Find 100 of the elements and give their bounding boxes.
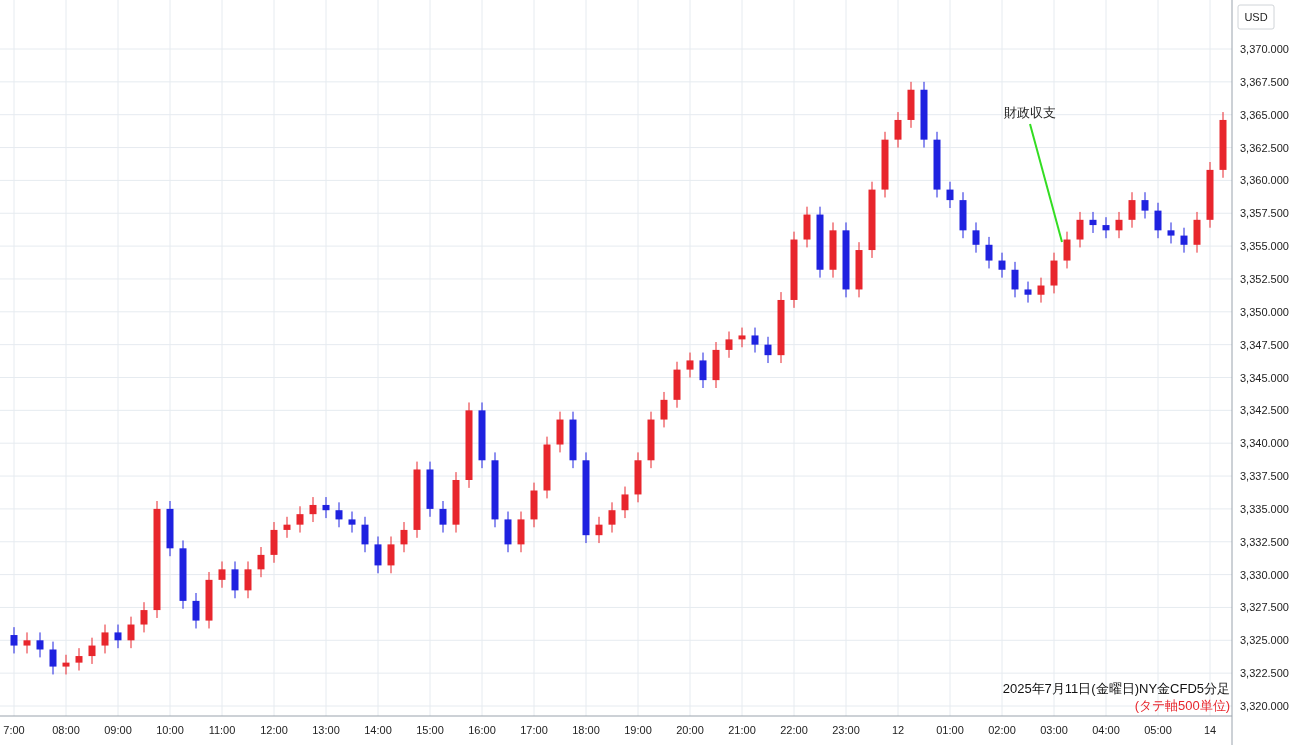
candle <box>1154 202 1162 239</box>
x-axis-label: 11:00 <box>208 724 236 736</box>
candle <box>1167 221 1175 244</box>
candle <box>1089 211 1097 234</box>
y-axis-label: 3,337.500 <box>1240 470 1289 483</box>
x-axis-label: 23:00 <box>832 724 860 736</box>
candle <box>959 191 967 239</box>
x-axis-label: 05:00 <box>1144 724 1172 736</box>
x-axis-label: 17:00 <box>520 724 548 736</box>
candle <box>348 511 356 534</box>
candle <box>998 252 1006 279</box>
candle <box>10 626 18 654</box>
x-axis-label: 12 <box>891 724 905 736</box>
candle <box>205 571 213 629</box>
candle <box>933 131 941 198</box>
axis-unit-note: (タテ軸500単位) <box>1134 697 1230 714</box>
candle <box>569 411 577 469</box>
y-axis-label: 3,350.000 <box>1240 305 1289 318</box>
candle <box>621 486 629 519</box>
y-axis-label: 3,352.500 <box>1240 272 1289 285</box>
candle <box>517 511 525 553</box>
candle <box>361 516 369 553</box>
x-axis-label: 7:00 <box>3 724 25 736</box>
x-axis-label: 04:00 <box>1092 724 1120 736</box>
candle <box>335 501 343 528</box>
x-axis-label: 16:00 <box>468 724 496 736</box>
candle <box>400 521 408 553</box>
x-axis-label: 12:00 <box>260 724 288 736</box>
y-axis-label: 3,335.000 <box>1240 502 1289 515</box>
y-axis-label: 3,325.000 <box>1240 634 1289 647</box>
candle <box>1128 191 1136 229</box>
x-axis-label: 10:00 <box>156 724 184 736</box>
candle <box>855 241 863 298</box>
candle <box>62 654 70 675</box>
y-axis-label: 3,370.000 <box>1240 43 1289 55</box>
y-axis-label: 3,327.500 <box>1240 601 1289 614</box>
x-axis-label: 21:00 <box>728 724 756 736</box>
candle <box>322 496 330 519</box>
candle <box>1141 191 1149 219</box>
candle <box>296 505 304 534</box>
candle <box>504 511 512 553</box>
currency-label: USD <box>1237 4 1275 30</box>
candle <box>283 516 291 539</box>
x-axis-label: 01:00 <box>936 724 964 736</box>
candle <box>426 461 434 518</box>
x-axis-label: 22:00 <box>780 724 808 736</box>
candle <box>1102 216 1110 239</box>
candle <box>374 536 382 574</box>
candle <box>751 327 759 354</box>
candle <box>23 631 31 654</box>
y-axis-label: 3,330.000 <box>1240 568 1289 581</box>
x-axis-label: 15:00 <box>416 724 444 736</box>
candle <box>556 411 564 453</box>
candle <box>985 236 993 269</box>
candle <box>439 500 447 534</box>
candle <box>192 592 200 629</box>
y-axis-label: 3,345.000 <box>1240 371 1289 384</box>
candle <box>595 516 603 544</box>
candle <box>1063 231 1071 269</box>
chart-caption: 2025年7月11日(金曜日)NY金CFD5分足 <box>1002 680 1230 697</box>
candle <box>218 560 226 589</box>
candle <box>764 336 772 364</box>
candle <box>699 352 707 389</box>
y-axis-label: 3,357.500 <box>1240 207 1289 220</box>
y-axis-label: 3,320.000 <box>1240 700 1289 712</box>
candle <box>1180 227 1188 254</box>
candle <box>88 637 96 665</box>
candle <box>75 647 83 671</box>
candle <box>1024 281 1032 304</box>
y-axis-label: 3,322.500 <box>1240 667 1289 680</box>
candle <box>660 391 668 428</box>
candle <box>1206 161 1214 229</box>
candle <box>309 496 317 523</box>
candle <box>712 341 720 389</box>
candle <box>894 111 902 149</box>
x-axis-label: 14 <box>1203 724 1217 736</box>
x-axis-label: 08:00 <box>52 724 80 736</box>
x-axis-label: 02:00 <box>988 724 1016 736</box>
y-axis-label: 3,347.500 <box>1240 338 1289 351</box>
candle <box>1193 211 1201 254</box>
candle <box>478 401 486 469</box>
y-axis-label: 3,342.500 <box>1240 404 1289 417</box>
y-axis-label: 3,367.500 <box>1240 75 1289 88</box>
candle <box>530 482 538 528</box>
candle <box>1219 111 1227 179</box>
y-axis-label: 3,332.500 <box>1240 535 1289 548</box>
candle <box>881 131 889 198</box>
x-axis-label: 18:00 <box>572 724 600 736</box>
x-axis-label: 14:00 <box>364 724 392 736</box>
candle <box>725 331 733 359</box>
x-axis-label: 20:00 <box>676 724 704 736</box>
candle <box>738 327 746 348</box>
y-axis-label: 3,340.000 <box>1240 437 1289 450</box>
candle <box>270 521 278 564</box>
candle <box>946 181 954 209</box>
x-axis-label: 19:00 <box>624 724 652 736</box>
candle <box>36 631 44 658</box>
candle <box>1037 277 1045 304</box>
candle <box>634 451 642 503</box>
candle <box>166 500 174 557</box>
